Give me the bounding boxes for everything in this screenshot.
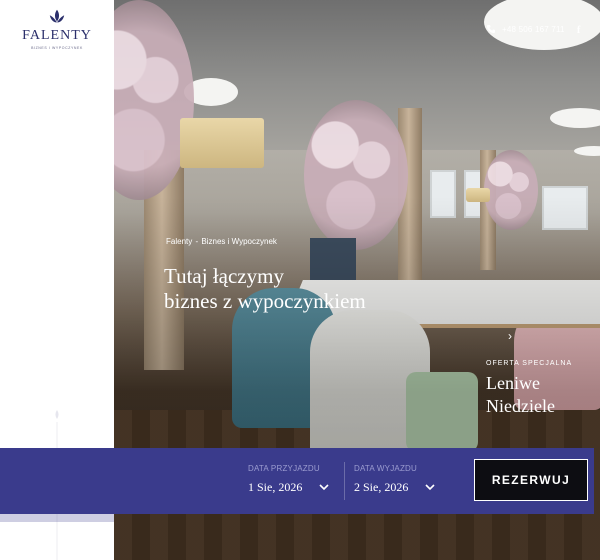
offer-title-line2: Niedziele	[486, 396, 555, 416]
offer-kicker: OFERTA SPECJALNA	[486, 360, 573, 367]
hero-headline-line1: Tutaj łączymy	[164, 264, 284, 288]
special-offer-link[interactable]: OFERTA SPECJALNA Leniwe Niedziele	[486, 360, 572, 418]
booking-bar-shadow	[0, 514, 114, 522]
facebook-icon[interactable]: f	[577, 25, 580, 36]
hero-headline-line2: biznes z wypoczynkiem	[164, 289, 366, 313]
offer-title: Leniwe Niedziele	[486, 372, 572, 418]
contact-bar: +48 506 167 711	[486, 24, 565, 34]
brand-tagline: Biznes i wypoczynek	[31, 46, 83, 50]
breadcrumb-item-home[interactable]: Falenty	[166, 237, 192, 246]
field-divider	[344, 462, 345, 500]
chevron-down-icon	[319, 484, 329, 491]
chevron-down-icon	[425, 484, 435, 491]
logo[interactable]: FALENTY Biznes i wypoczynek	[0, 8, 114, 50]
breadcrumb-separator: -	[195, 237, 199, 246]
offer-title-line1: Leniwe	[486, 373, 540, 393]
breadcrumb: Falenty - Biznes i Wypoczynek	[166, 237, 277, 246]
arrival-date-label: DATA PRZYJAZDU	[248, 464, 320, 473]
booking-bar: DATA PRZYJAZDU 1 Sie, 2026 DATA WYJAZDU …	[0, 448, 594, 514]
reserve-button[interactable]: REZERWUJ	[474, 459, 588, 501]
departure-date-picker[interactable]: DATA WYJAZDU 2 Sie, 2026	[354, 464, 435, 500]
phone-link[interactable]: +48 506 167 711	[502, 25, 565, 34]
brand-name: FALENTY	[22, 28, 92, 43]
arrival-date-picker[interactable]: DATA PRZYJAZDU 1 Sie, 2026	[248, 464, 329, 500]
lotus-icon	[49, 9, 65, 23]
breadcrumb-item-current: Biznes i Wypoczynek	[201, 237, 277, 246]
chevron-right-icon[interactable]: ›	[508, 330, 518, 342]
phone-icon	[487, 25, 495, 33]
departure-date-value: 2 Sie, 2026	[354, 480, 409, 494]
departure-date-label: DATA WYJAZDU	[354, 464, 417, 473]
hero-headline: Tutaj łączymy biznes z wypoczynkiem	[164, 264, 366, 314]
arrival-date-value: 1 Sie, 2026	[248, 480, 303, 494]
